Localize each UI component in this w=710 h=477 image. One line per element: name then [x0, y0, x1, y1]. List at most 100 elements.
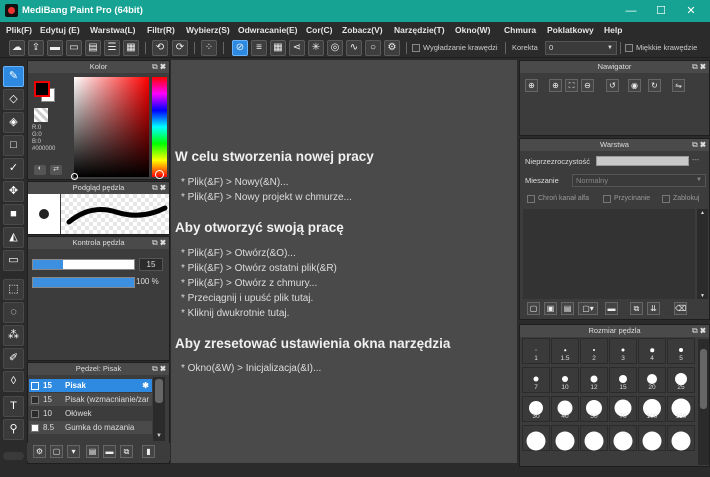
brush-size-cell[interactable]: 5	[667, 338, 695, 364]
rectangle-tool-icon[interactable]: □	[3, 135, 24, 156]
menu-transform[interactable]: Odwracanie(E)	[238, 25, 298, 35]
menu-help[interactable]: Help	[604, 25, 622, 35]
delete-layer-icon[interactable]: ⌫	[674, 302, 687, 315]
snap-perspective-icon[interactable]: ⋖	[289, 40, 305, 56]
reset-rotation-icon[interactable]: ◉	[628, 79, 641, 92]
minimize-button[interactable]: —	[616, 0, 646, 22]
lasso-tool-icon[interactable]: ◌	[3, 302, 24, 323]
swap-colors-icon[interactable]: ⇄	[50, 165, 62, 175]
brush-list-item[interactable]: 8.5 Gumka do mazania	[29, 421, 152, 434]
menu-view[interactable]: Zobacz(V)	[342, 25, 383, 35]
panel-close-icon[interactable]: ⧉ ✖	[152, 237, 166, 249]
page-list-icon[interactable]: ☰	[104, 40, 120, 56]
brush-visible-checkbox[interactable]	[31, 424, 39, 432]
selection-dots-icon[interactable]: ⁘	[201, 40, 217, 56]
layer-list-scrollbar[interactable]: ▲ ▼	[697, 209, 708, 299]
snap-settings-icon[interactable]: ⚙	[384, 40, 400, 56]
clipping-checkbox[interactable]	[603, 195, 611, 203]
hue-handle[interactable]	[155, 170, 164, 179]
move-tool-icon[interactable]: ✥	[3, 181, 24, 202]
soft-edges-checkbox[interactable]	[625, 44, 633, 52]
new-halftone-layer-icon[interactable]: ▣	[544, 302, 557, 315]
zoom-in-icon[interactable]: ⊕	[525, 79, 538, 92]
new-8bit-layer-icon[interactable]: ▤	[561, 302, 574, 315]
brush-size-slider[interactable]	[32, 259, 135, 270]
layer-list[interactable]	[523, 209, 695, 299]
brush-size-cell[interactable]	[551, 425, 579, 451]
menu-edit[interactable]: Edytuj (E)	[40, 25, 80, 35]
layer-menu-icon[interactable]: ▢▾	[578, 302, 598, 315]
brush-size-cell[interactable]: 20	[638, 367, 666, 393]
brush-size-value[interactable]: 15	[139, 258, 163, 271]
brush-size-cell[interactable]: 1	[522, 338, 550, 364]
brush-size-cell[interactable]: 1.5	[551, 338, 579, 364]
close-button[interactable]: ✕	[676, 0, 706, 22]
canvas-area[interactable]: W celu stworzenia nowej pracy * Plik(&F)…	[171, 60, 517, 463]
snap-grid-icon[interactable]: ▦	[270, 40, 286, 56]
brush-list-item[interactable]: 15 Pisak ✱	[29, 379, 152, 392]
brush-list-item[interactable]: 15 Pisak (wzmacnianie/zar	[29, 393, 152, 406]
hue-slider[interactable]	[152, 77, 167, 179]
brush-size-cell[interactable]: 50	[580, 396, 608, 422]
fit-view-icon[interactable]: ⛶	[565, 79, 578, 92]
panel-close-icon[interactable]: ⧉ ✖	[692, 325, 706, 337]
select-pen-tool-icon[interactable]: ✐	[3, 348, 24, 369]
flip-horizontal-icon[interactable]: ⇋	[672, 79, 685, 92]
rotate-right-icon[interactable]: ↻	[648, 79, 661, 92]
brush-list-scrollbar[interactable]	[153, 377, 165, 441]
brush-size-cell[interactable]: 25	[667, 367, 695, 393]
menu-color[interactable]: Cor(C)	[306, 25, 332, 35]
brush-visible-checkbox[interactable]	[31, 382, 39, 390]
dropper-tool-icon[interactable]: ⚲	[3, 419, 24, 440]
document-icon[interactable]: ▤	[85, 40, 101, 56]
brush-size-cell[interactable]: 7	[522, 367, 550, 393]
menu-window[interactable]: Okno(W)	[455, 25, 490, 35]
comment-icon[interactable]: ▬	[47, 40, 63, 56]
snap-off-icon[interactable]: ⊘	[232, 40, 248, 56]
redo-icon[interactable]: ⟳	[172, 40, 188, 56]
bucket-tool-icon[interactable]: ◭	[3, 227, 24, 248]
undo-icon[interactable]: ⟲	[152, 40, 168, 56]
panel-close-icon[interactable]: ⧉ ✖	[692, 61, 706, 73]
delete-brush-icon[interactable]: ▮	[142, 445, 155, 458]
menu-cloud[interactable]: Chmura	[504, 25, 536, 35]
panel-close-icon[interactable]: ⧉ ✖	[152, 61, 166, 73]
antialias-checkbox[interactable]	[412, 44, 420, 52]
rotate-left-icon[interactable]: ↺	[606, 79, 619, 92]
text-tool-icon[interactable]: T	[3, 396, 24, 417]
menu-tool[interactable]: Narzędzie(T)	[394, 25, 445, 35]
stroke-tool-icon[interactable]: ✓	[3, 158, 24, 179]
menu-file[interactable]: Plik(F)	[6, 25, 32, 35]
foreground-color-swatch[interactable]	[34, 81, 50, 97]
menu-animation[interactable]: Poklatkowy	[547, 25, 594, 35]
menu-filter[interactable]: Filtr(R)	[147, 25, 175, 35]
brush-menu-icon[interactable]: ▾	[67, 445, 80, 458]
layer-opacity-slider[interactable]	[596, 156, 689, 166]
color-picker-handle[interactable]	[71, 173, 78, 180]
magic-wand-tool-icon[interactable]: ⁂	[3, 325, 24, 346]
protect-alpha-checkbox[interactable]	[527, 195, 535, 203]
snap-concentric-icon[interactable]: ◎	[327, 40, 343, 56]
layer-folder-icon[interactable]: ▬	[605, 302, 618, 315]
snap-parallel-icon[interactable]: ≡	[251, 40, 267, 56]
brush-size-cell[interactable]	[667, 425, 695, 451]
select-eraser-tool-icon[interactable]: ◊	[3, 371, 24, 392]
transparent-color-swatch[interactable]	[34, 108, 48, 122]
brush-size-cell[interactable]: 4	[638, 338, 666, 364]
eraser-tool-icon[interactable]: ◇	[3, 89, 24, 110]
brush-size-cell[interactable]: 150	[667, 396, 695, 422]
brush-size-cell[interactable]: 3	[609, 338, 637, 364]
brush-size-cell[interactable]	[522, 425, 550, 451]
brush-list-item[interactable]: 10 Ołówek	[29, 407, 152, 420]
brush-settings-icon[interactable]: ▤	[86, 445, 99, 458]
brush-size-cell[interactable]: 15	[609, 367, 637, 393]
lock-checkbox[interactable]	[662, 195, 670, 203]
snap-circle-icon[interactable]: ○	[365, 40, 381, 56]
merge-layer-icon[interactable]: ⇊	[647, 302, 660, 315]
chat-icon[interactable]: ▭	[66, 40, 82, 56]
tool-strip-scroll[interactable]	[3, 452, 24, 460]
brush-size-cell[interactable]: 30	[522, 396, 550, 422]
duplicate-layer-icon[interactable]: ⧉	[630, 302, 643, 315]
brush-size-cell[interactable]: 40	[551, 396, 579, 422]
brush-size-cell[interactable]: 70	[609, 396, 637, 422]
